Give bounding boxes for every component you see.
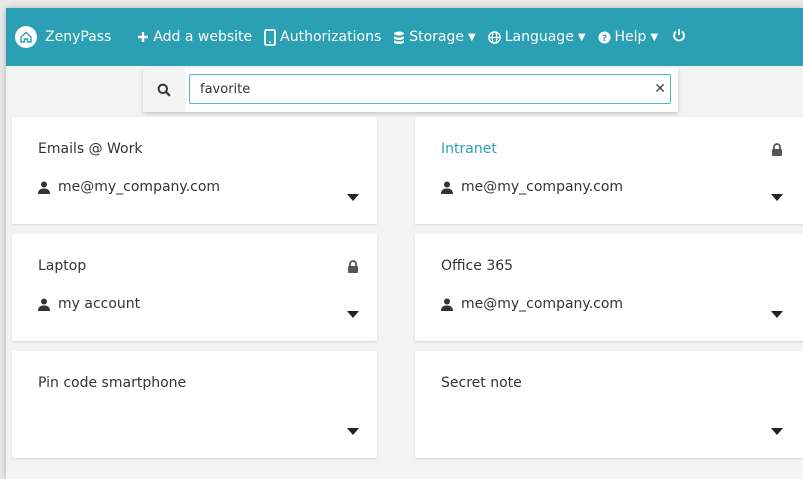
user-icon xyxy=(38,181,50,194)
caret-down-icon[interactable] xyxy=(347,194,359,201)
account-label: me@my_company.com xyxy=(461,179,624,195)
help-label: Help xyxy=(614,29,647,45)
logout-button[interactable] xyxy=(672,28,686,46)
lock-icon xyxy=(771,141,783,160)
question-circle-icon: ? xyxy=(598,31,611,44)
smartphone-icon xyxy=(264,28,277,46)
storage-menu[interactable]: Storage ▼ xyxy=(393,29,476,45)
caret-down-icon: ▼ xyxy=(650,31,659,43)
search-icon xyxy=(143,68,185,112)
password-card[interactable]: Office 365 me@my_company.com xyxy=(415,234,803,341)
database-icon xyxy=(393,31,405,44)
power-icon xyxy=(672,28,686,46)
user-icon xyxy=(441,181,453,194)
password-card[interactable]: Intranet me@my_company.com xyxy=(415,117,803,224)
app-window: ZenyPass Add a website Authorizations St… xyxy=(6,8,803,479)
help-menu[interactable]: ? Help ▼ xyxy=(598,29,659,45)
card-account: my account xyxy=(38,296,140,312)
caret-down-icon[interactable] xyxy=(771,311,783,318)
card-title: Office 365 xyxy=(441,258,514,274)
app-name: ZenyPass xyxy=(45,29,112,45)
password-card[interactable]: Emails @ Work me@my_company.com xyxy=(12,117,377,224)
card-account: me@my_company.com xyxy=(441,179,623,195)
globe-icon xyxy=(487,30,501,44)
card-title: Pin code smartphone xyxy=(38,375,187,391)
user-icon xyxy=(38,298,50,311)
lock-icon xyxy=(347,258,359,277)
password-card[interactable]: Laptop my account xyxy=(12,234,377,341)
svg-text:?: ? xyxy=(601,34,606,44)
caret-down-icon[interactable] xyxy=(347,311,359,318)
card-title: Laptop xyxy=(38,258,87,274)
storage-label: Storage xyxy=(409,29,465,45)
search-input[interactable] xyxy=(189,74,671,104)
add-website-label: Add a website xyxy=(153,29,253,45)
top-navbar: ZenyPass Add a website Authorizations St… xyxy=(6,8,803,66)
search-bar: ✕ xyxy=(143,68,678,112)
user-icon xyxy=(441,298,453,311)
card-title: Intranet xyxy=(441,141,497,157)
add-website-link[interactable]: Add a website xyxy=(137,29,252,45)
plus-icon xyxy=(137,31,149,43)
account-label: me@my_company.com xyxy=(58,179,221,195)
brand[interactable]: ZenyPass xyxy=(15,26,111,48)
house-logo-icon xyxy=(15,26,37,48)
language-label: Language xyxy=(504,29,574,45)
card-title: Emails @ Work xyxy=(38,141,143,157)
card-account: me@my_company.com xyxy=(441,296,623,312)
caret-down-icon: ▼ xyxy=(468,31,476,43)
card-account: me@my_company.com xyxy=(38,179,220,195)
language-menu[interactable]: Language ▼ xyxy=(487,29,586,45)
password-card[interactable]: Secret note xyxy=(415,351,803,458)
authorizations-link[interactable]: Authorizations xyxy=(264,28,382,46)
caret-down-icon: ▼ xyxy=(577,31,586,43)
caret-down-icon[interactable] xyxy=(771,428,783,435)
card-title: Secret note xyxy=(441,375,522,391)
account-label: my account xyxy=(58,296,141,312)
password-card[interactable]: Pin code smartphone xyxy=(12,351,377,458)
caret-down-icon[interactable] xyxy=(771,194,783,201)
caret-down-icon[interactable] xyxy=(347,428,359,435)
account-label: me@my_company.com xyxy=(461,296,624,312)
clear-search-icon[interactable]: ✕ xyxy=(654,81,666,97)
authorizations-label: Authorizations xyxy=(280,29,382,45)
